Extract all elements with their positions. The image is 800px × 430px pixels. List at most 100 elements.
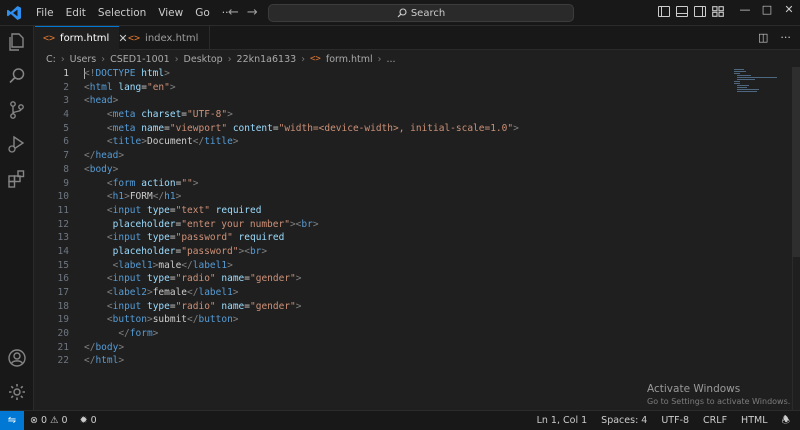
run-and-debug-icon[interactable] <box>7 134 27 154</box>
code-line[interactable]: </html> <box>84 354 519 368</box>
code-token: </ <box>84 341 96 353</box>
title-bar: File Edit Selection View Go ··· ← → Sear… <box>0 0 800 26</box>
code-line[interactable]: <!DOCTYPE html> <box>84 67 519 81</box>
code-token: > <box>261 245 268 257</box>
code-token: body <box>95 341 119 353</box>
cursor-position[interactable]: Ln 1, Col 1 <box>537 415 588 426</box>
code-line[interactable]: <input type="radio" name="gender"> <box>84 272 519 286</box>
search-view-icon[interactable] <box>7 66 27 86</box>
chevron-right-icon: › <box>60 53 65 65</box>
breadcrumb-item[interactable]: C: <box>46 54 56 65</box>
source-control-icon[interactable] <box>7 100 27 120</box>
code-line[interactable]: <input type="radio" name="gender"> <box>84 300 519 314</box>
menu-go[interactable]: Go <box>189 7 216 19</box>
error-icon: ⊗ <box>30 415 38 426</box>
code-token: > <box>164 68 170 79</box>
code-line[interactable]: <form action=""> <box>84 177 519 191</box>
accounts-icon[interactable] <box>7 348 27 368</box>
problems-indicator[interactable]: ⊗ 0 ⚠ 0 <box>30 415 68 426</box>
tab-form-html[interactable]: <> form.html ✕ <box>35 26 128 50</box>
encoding[interactable]: UTF-8 <box>661 415 689 426</box>
code-token: </ <box>152 191 165 203</box>
notifications-bell-icon[interactable]: 🕭 <box>781 413 790 429</box>
command-center-search[interactable]: Search <box>268 4 574 22</box>
code-line[interactable]: <title>Document</title> <box>84 135 519 149</box>
code-line[interactable]: <input type="text" required <box>84 204 519 218</box>
code-token: input <box>112 204 142 216</box>
ports-count: 0 <box>90 415 97 426</box>
breadcrumb-item[interactable]: Desktop <box>184 54 223 65</box>
toggle-panel-icon[interactable] <box>676 6 688 17</box>
breadcrumb-item[interactable]: Users <box>70 54 97 65</box>
breadcrumb-item[interactable]: form.html <box>326 54 373 65</box>
tab-index-html[interactable]: <> index.html <box>120 26 210 50</box>
code-token: h1 <box>112 191 125 203</box>
code-line[interactable]: </head> <box>84 149 519 163</box>
chevron-right-icon: › <box>174 53 179 65</box>
language-mode[interactable]: HTML <box>741 415 767 426</box>
code-token: </ <box>187 314 199 326</box>
menu-view[interactable]: View <box>152 7 189 19</box>
vscode-logo-icon[interactable] <box>6 5 22 21</box>
code-line[interactable]: <h1>FORM</h1> <box>84 190 519 204</box>
restore-icon[interactable]: □ <box>756 3 778 16</box>
code-line[interactable]: <label2>female</label1> <box>84 286 519 300</box>
breadcrumb-item[interactable]: ... <box>386 54 395 65</box>
menu-edit[interactable]: Edit <box>60 7 92 19</box>
code-line[interactable]: <html lang="en"> <box>84 81 519 95</box>
line-number: 8 <box>63 163 69 175</box>
line-number: 9 <box>63 177 69 189</box>
explorer-icon[interactable] <box>7 32 27 52</box>
code-line[interactable]: <meta name="viewport" content="width=<de… <box>84 122 519 136</box>
toggle-secondary-sidebar-icon[interactable] <box>694 6 706 17</box>
forward-arrow-icon[interactable]: → <box>247 5 258 20</box>
split-editor-icon[interactable]: ◫ <box>758 31 768 44</box>
menu-file[interactable]: File <box>30 7 60 19</box>
back-arrow-icon[interactable]: ← <box>228 5 239 20</box>
editor-actions: ◫ ··· <box>758 31 791 44</box>
code-line[interactable]: placeholder="password"><br> <box>84 245 519 259</box>
code-line[interactable]: </form> <box>84 327 519 341</box>
line-number: 17 <box>57 287 69 298</box>
close-window-icon[interactable]: ✕ <box>778 3 800 16</box>
customize-layout-icon[interactable] <box>712 6 724 17</box>
code-token: input <box>112 232 142 244</box>
code-line[interactable]: placeholder="enter your number"><br> <box>84 218 519 232</box>
code-token: "width=<device-width>, initial-scale=1.0… <box>278 122 514 134</box>
menu-selection[interactable]: Selection <box>92 7 152 19</box>
minimize-icon[interactable]: — <box>734 3 756 16</box>
line-ending[interactable]: CRLF <box>703 415 727 426</box>
indentation[interactable]: Spaces: 4 <box>601 415 647 426</box>
code-line[interactable]: <label1>male</label1> <box>84 259 519 273</box>
scrollbar-thumb[interactable] <box>792 67 800 257</box>
code-token: form <box>129 328 153 340</box>
code-area[interactable]: <!DOCTYPE html> <html lang="en"> <head> <m… <box>84 67 519 368</box>
minimap[interactable] <box>730 67 792 147</box>
more-actions-icon[interactable]: ··· <box>780 31 791 44</box>
code-token: > <box>232 287 239 298</box>
settings-gear-icon[interactable] <box>7 382 27 402</box>
remote-indicator-icon[interactable]: ⇋ <box>0 411 24 430</box>
ports-indicator[interactable]: ✹ 0 <box>80 415 97 426</box>
code-line[interactable]: </body> <box>84 341 519 355</box>
code-token: > <box>295 300 302 312</box>
code-token: > <box>227 259 233 271</box>
toggle-primary-sidebar-icon[interactable] <box>658 6 670 17</box>
code-line[interactable]: <input type="password" required <box>84 231 519 245</box>
breadcrumb-item[interactable]: 22kn1a6133 <box>237 54 297 65</box>
code-line[interactable]: <body> <box>84 163 519 177</box>
code-token: male <box>158 259 182 271</box>
extensions-icon[interactable] <box>7 169 27 189</box>
editor-tabs: <> form.html ✕ <> index.html <box>35 26 800 50</box>
breadcrumb-item[interactable]: CSED1-1001 <box>110 54 170 65</box>
code-line[interactable]: <meta charset="UTF-8"> <box>84 108 519 122</box>
code-line[interactable]: <button>submit</button> <box>84 313 519 327</box>
code-editor[interactable]: 1 2 3 4 5 6 7 8 9 10 11 12 13 14 15 16 17 18 19 20 21 22 <!DO… <box>35 67 765 410</box>
code-token: > <box>295 273 302 285</box>
error-count: 0 <box>40 415 48 426</box>
code-line[interactable]: <head> <box>84 94 519 108</box>
code-token: > <box>112 95 119 107</box>
